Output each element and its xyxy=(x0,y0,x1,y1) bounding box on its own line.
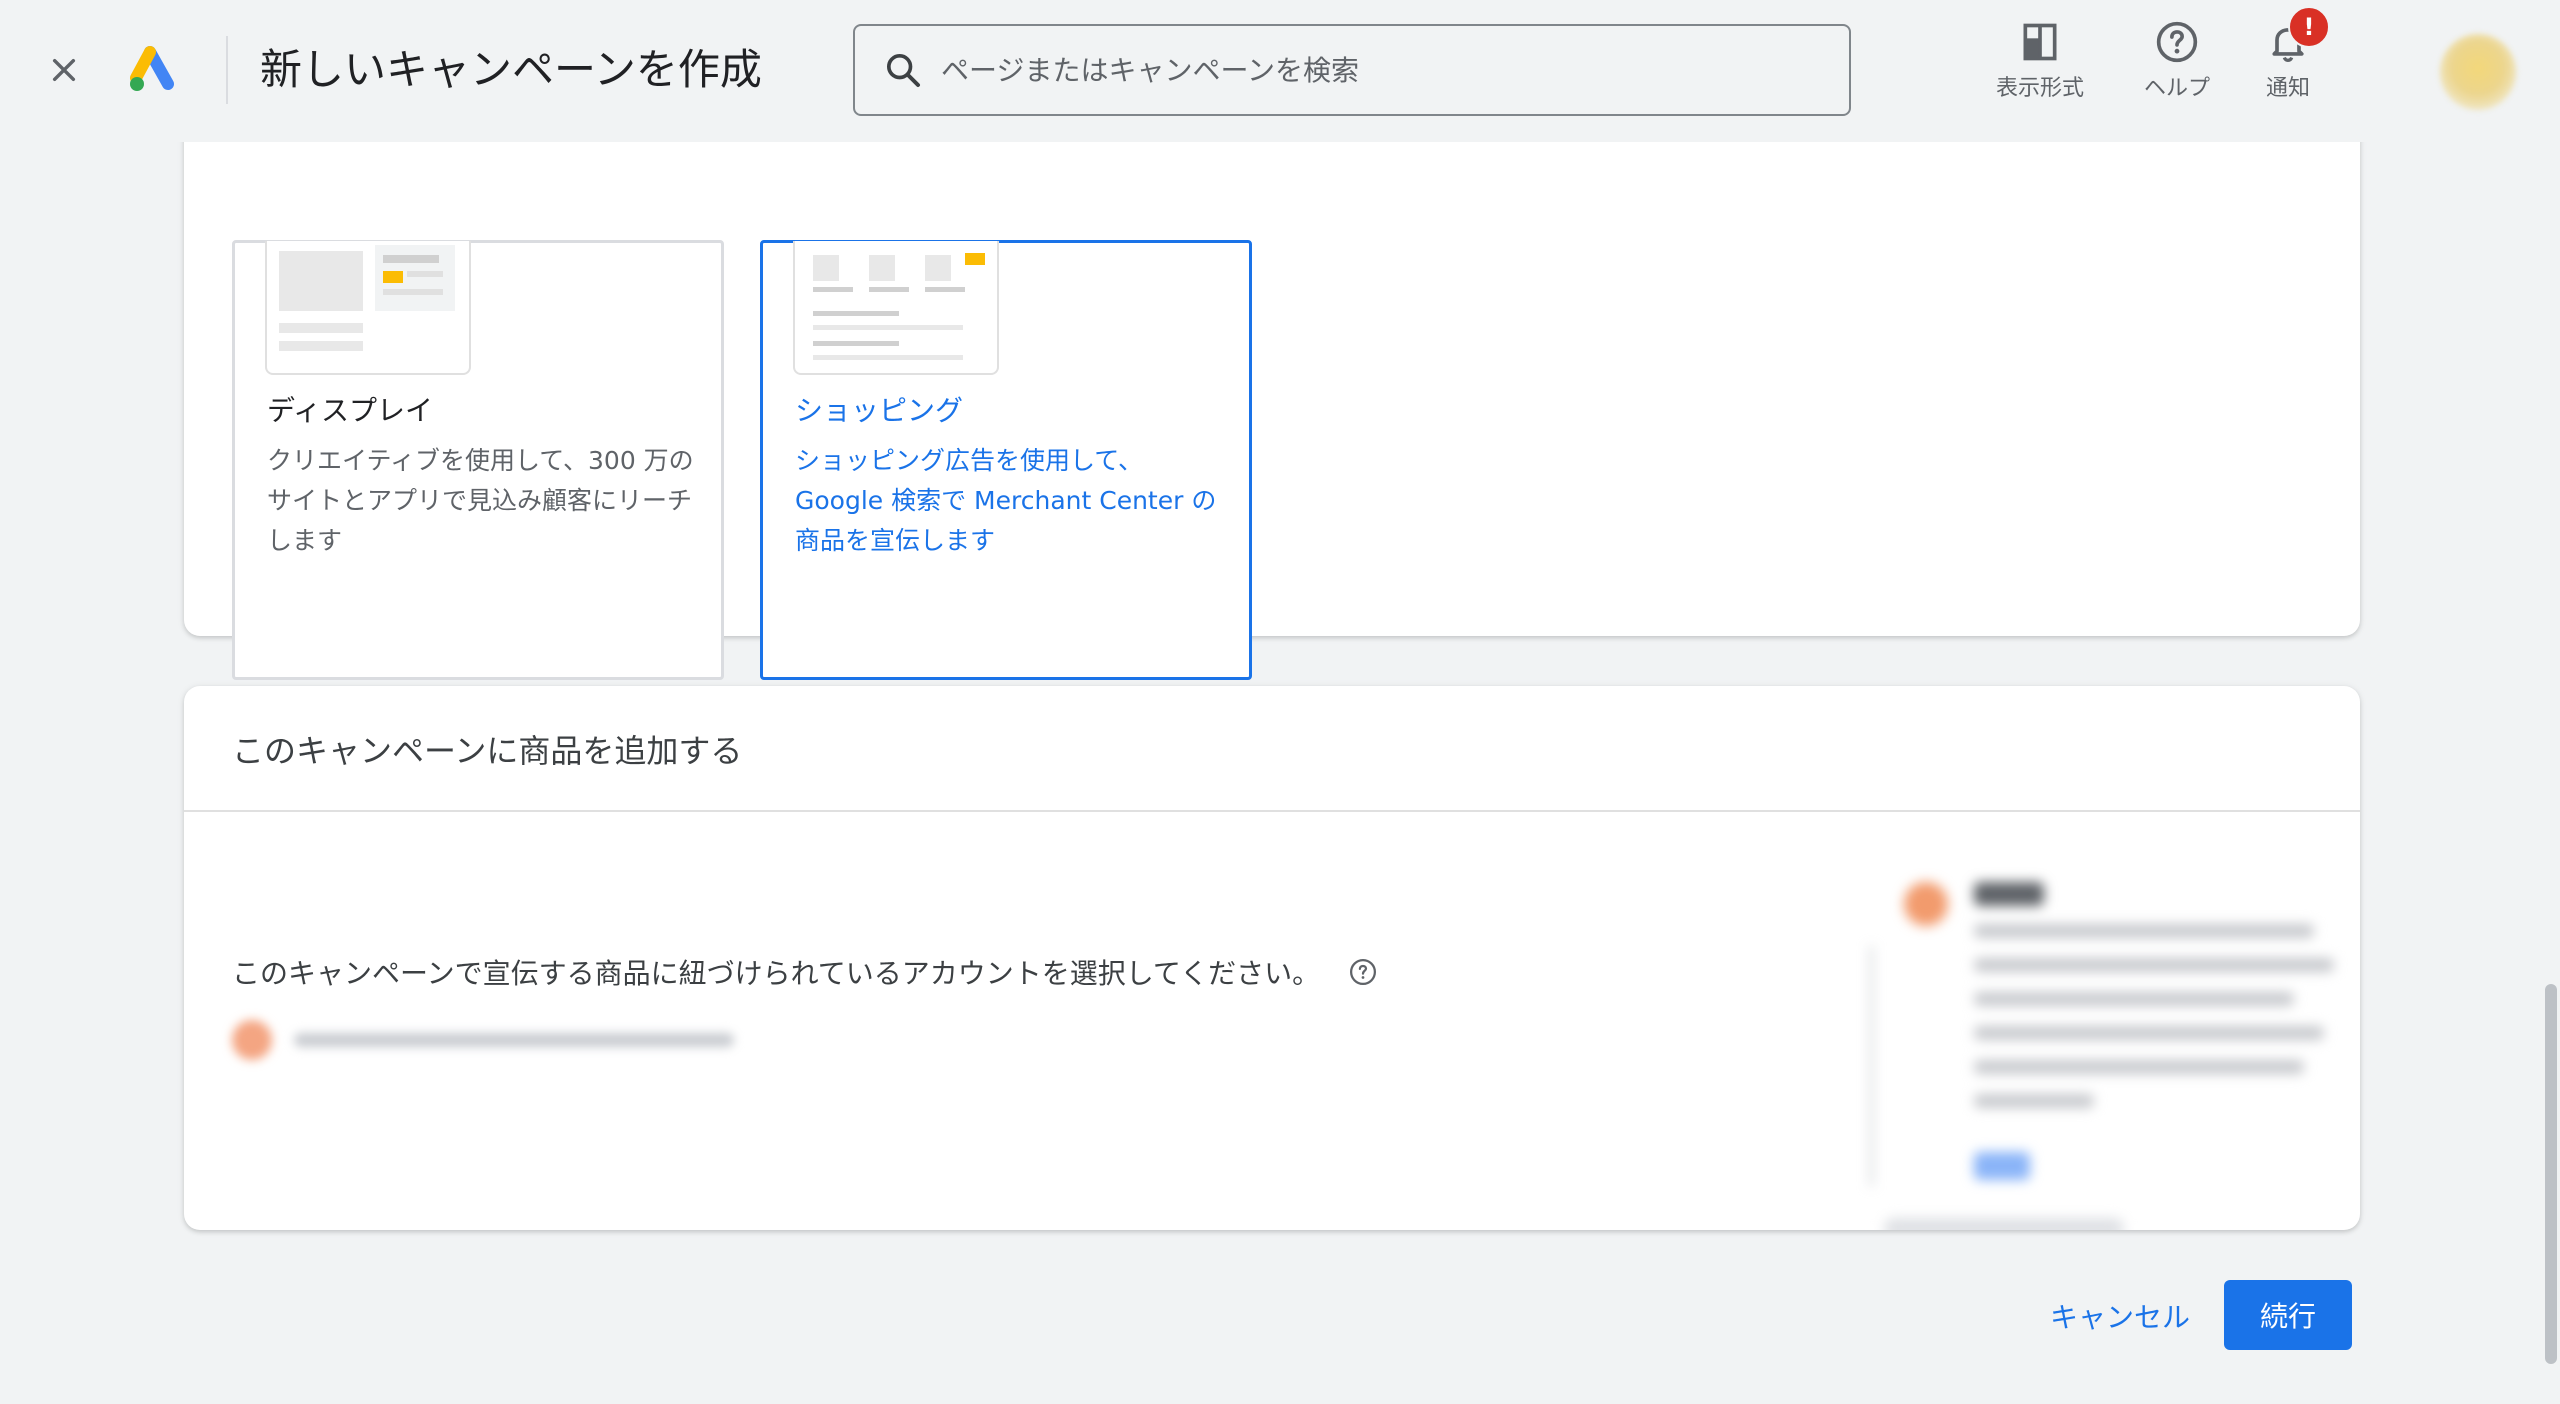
panel-line xyxy=(1974,924,2314,938)
panel-link-redacted[interactable] xyxy=(1974,1152,2030,1180)
account-name-redacted xyxy=(294,1033,734,1047)
add-products-card: このキャンペーンに商品を追加する このキャンペーンで宣伝する商品に紐づけられてい… xyxy=(184,686,2360,1230)
section-header: このキャンペーンに商品を追加する xyxy=(184,686,2360,812)
help-label: ヘルプ xyxy=(2144,76,2211,101)
layout-icon xyxy=(2023,23,2057,61)
search-input[interactable] xyxy=(939,52,1823,88)
section-title: このキャンペーンに商品を追加する xyxy=(232,732,743,770)
panel-line xyxy=(1974,1026,2324,1040)
account-avatar xyxy=(232,1020,272,1060)
header-divider xyxy=(226,36,228,104)
top-bar: 新しいキャンペーンを作成 表示形式 ヘルプ ! 通知 xyxy=(0,0,2560,142)
appearance-label: 表示形式 xyxy=(1996,76,2085,101)
appearance-button[interactable]: 表示形式 xyxy=(1996,20,2084,102)
campaign-type-name: ディスプレイ xyxy=(267,394,434,427)
search-icon xyxy=(887,54,920,87)
help-button[interactable]: ヘルプ xyxy=(2144,20,2210,102)
panel-avatar xyxy=(1904,882,1948,926)
campaign-type-card: ディスプレイ クリエイティブを使用して、300 万のサイトとアプリで見込み顧客に… xyxy=(184,100,2360,680)
instruction-text-row: このキャンペーンで宣伝する商品に紐づけられているアカウントを選択してください。 xyxy=(232,952,1378,992)
campaign-type-name: ショッピング xyxy=(795,394,964,427)
campaign-type-description: ショッピング広告を使用して、Google 検索で Merchant Center… xyxy=(795,446,1217,555)
panel-line xyxy=(1974,1060,2304,1074)
notification-badge: ! xyxy=(2288,6,2330,48)
cancel-button[interactable]: キャンセル xyxy=(2040,1282,2200,1350)
campaign-type-description: クリエイティブを使用して、300 万のサイトとアプリで見込み顧客にリーチします xyxy=(267,446,694,555)
google-ads-logo-icon xyxy=(128,46,180,94)
avatar[interactable] xyxy=(2440,34,2516,110)
scrollbar-thumb[interactable] xyxy=(2545,984,2557,1364)
panel-line xyxy=(1974,1094,2094,1108)
display-thumbnail-icon xyxy=(265,241,471,375)
merchant-account-option-redacted[interactable] xyxy=(232,1012,812,1068)
panel-line xyxy=(1974,958,2334,972)
notifications-button[interactable]: ! 通知 xyxy=(2266,6,2330,102)
continue-button[interactable]: 続行 xyxy=(2224,1280,2352,1350)
notifications-label: 通知 xyxy=(2266,76,2311,101)
panel-edge xyxy=(1870,946,1873,1186)
search-field[interactable] xyxy=(853,24,1851,116)
panel-heading-redacted xyxy=(1974,882,2044,906)
panel-shadow xyxy=(1884,1218,2124,1230)
bell-icon-wrap: ! xyxy=(2266,6,2330,64)
page-title: 新しいキャンペーンを作成 xyxy=(260,45,762,94)
campaign-type-display-tile[interactable]: ディスプレイ クリエイティブを使用して、300 万のサイトとアプリで見込み顧客に… xyxy=(232,240,724,680)
close-icon[interactable] xyxy=(40,46,88,94)
help-circle-icon[interactable] xyxy=(1348,957,1378,987)
help-icon xyxy=(2156,21,2198,63)
campaign-type-shopping-tile[interactable]: ショッピング ショッピング広告を使用して、Google 検索で Merchant… xyxy=(760,240,1252,680)
info-panel-redacted xyxy=(1864,846,2344,1230)
shopping-thumbnail-icon xyxy=(793,241,999,375)
instruction-text: このキャンペーンで宣伝する商品に紐づけられているアカウントを選択してください。 xyxy=(232,957,1321,990)
panel-line xyxy=(1974,992,2294,1006)
